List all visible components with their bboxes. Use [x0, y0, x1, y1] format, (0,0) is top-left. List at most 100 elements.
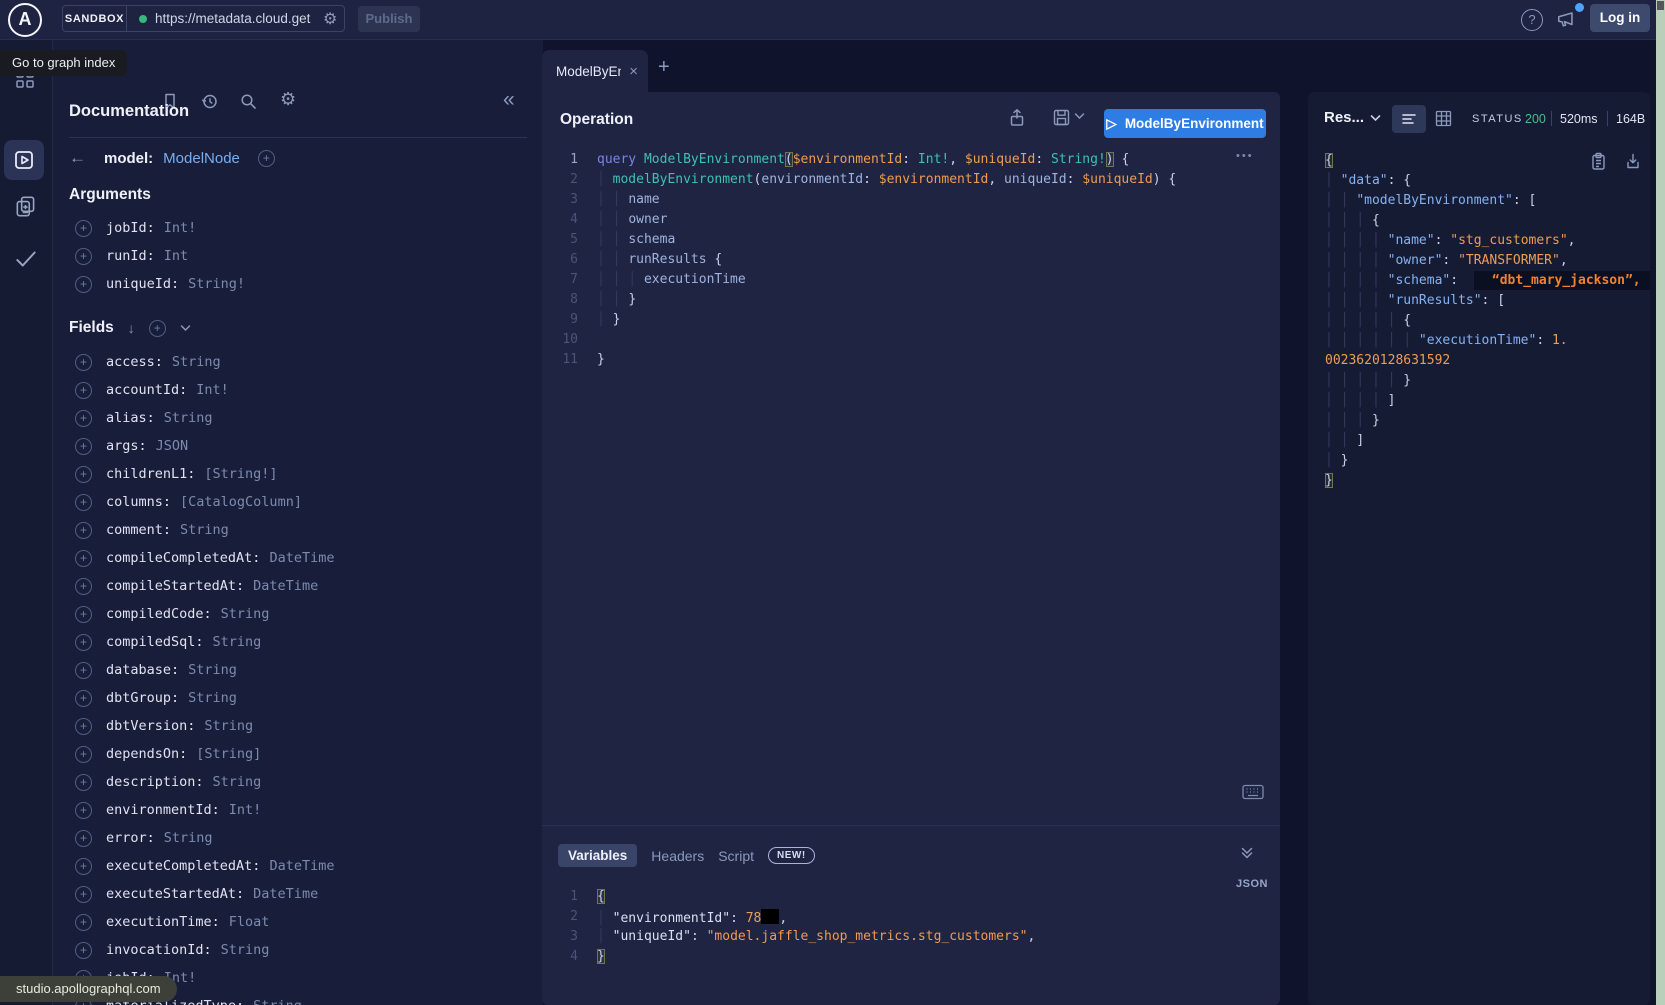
announcements-megaphone-icon[interactable]	[1556, 8, 1578, 30]
add-to-query-icon[interactable]: +	[75, 354, 92, 371]
field-type: Int!	[229, 802, 262, 818]
collapse-docs-panel-icon[interactable]: «	[503, 88, 515, 112]
schema-field-row[interactable]: +comment:String	[53, 516, 543, 544]
chevron-down-icon[interactable]	[180, 324, 191, 332]
response-title-chevron-icon[interactable]	[1370, 114, 1381, 122]
search-icon[interactable]	[239, 92, 258, 111]
sidebar-item-operations[interactable]	[4, 140, 44, 180]
page-scrollbar-thumb[interactable]	[1657, 1, 1664, 10]
add-to-query-icon[interactable]: +	[75, 220, 92, 237]
add-to-query-icon[interactable]: +	[75, 494, 92, 511]
schema-field-row[interactable]: +compileCompletedAt:DateTime	[53, 544, 543, 572]
add-to-query-icon[interactable]: +	[75, 466, 92, 483]
line-number: 2	[542, 172, 578, 192]
code-line: │ │ ]	[1325, 433, 1645, 453]
connection-status-dot	[139, 15, 147, 23]
add-to-query-icon[interactable]: +	[75, 718, 92, 735]
tab-script[interactable]: Script	[718, 848, 754, 864]
schema-field-row[interactable]: +args:JSON	[53, 432, 543, 460]
settings-gear-icon[interactable]: ⚙	[280, 89, 296, 110]
add-to-query-icon[interactable]: +	[75, 886, 92, 903]
add-to-query-icon[interactable]: +	[75, 522, 92, 539]
arguments-list: +jobId:Int!+runId:Int+uniqueId:String!	[53, 214, 543, 298]
add-all-fields-icon[interactable]: +	[149, 320, 166, 337]
add-to-query-icon[interactable]: +	[75, 606, 92, 623]
add-to-query-icon[interactable]: +	[75, 746, 92, 763]
add-to-query-icon[interactable]: +	[75, 858, 92, 875]
keyboard-shortcuts-icon[interactable]	[1242, 784, 1264, 800]
login-button[interactable]: Log in	[1590, 4, 1650, 32]
help-icon[interactable]: ?	[1521, 9, 1543, 31]
add-to-query-icon[interactable]: +	[75, 634, 92, 651]
save-operation-icon[interactable]	[1052, 108, 1071, 127]
schema-field-row[interactable]: +columns:[CatalogColumn]	[53, 488, 543, 516]
field-name: compiledSql:	[106, 634, 204, 650]
sort-fields-icon[interactable]: ↓	[128, 320, 135, 336]
add-to-query-icon[interactable]: +	[258, 150, 275, 167]
docs-type-link[interactable]: ModelNode	[163, 150, 240, 167]
sidebar-item-checks[interactable]	[13, 246, 39, 272]
schema-field-row[interactable]: +error:String	[53, 824, 543, 852]
operation-tab[interactable]: ModelByEnvi... ×	[542, 50, 648, 92]
schema-field-row[interactable]: +database:String	[53, 656, 543, 684]
add-to-query-icon[interactable]: +	[75, 662, 92, 679]
add-to-query-icon[interactable]: +	[75, 382, 92, 399]
schema-field-row[interactable]: +compiledSql:String	[53, 628, 543, 656]
schema-field-row[interactable]: +compileStartedAt:DateTime	[53, 572, 543, 600]
tab-variables[interactable]: Variables	[558, 844, 637, 867]
schema-field-row[interactable]: +accountId:Int!	[53, 376, 543, 404]
back-arrow-icon[interactable]: ←	[69, 148, 86, 168]
schema-field-row[interactable]: +dependsOn:[String]	[53, 740, 543, 768]
add-to-query-icon[interactable]: +	[75, 248, 92, 265]
field-name: comment:	[106, 522, 171, 538]
collapse-variables-chevrons-icon[interactable]	[1240, 846, 1254, 860]
share-operation-icon[interactable]	[1008, 108, 1026, 128]
schema-field-row[interactable]: +dbtVersion:String	[53, 712, 543, 740]
add-to-query-icon[interactable]: +	[75, 942, 92, 959]
response-json-viewer[interactable]: {│ "data": {│ │ "modelByEnvironment": [│…	[1325, 153, 1645, 493]
schema-field-row[interactable]: +childrenL1:[String!]	[53, 460, 543, 488]
code-line: │ │ │ │ ]	[1325, 393, 1645, 413]
endpoint-url-field[interactable]: https://metadata.cloud.get ⚙	[127, 9, 344, 29]
connection-settings-gear-icon[interactable]: ⚙	[323, 9, 337, 29]
schema-field-row[interactable]: +description:String	[53, 768, 543, 796]
schema-field-row[interactable]: +runId:Int	[53, 242, 543, 270]
apollo-logo-icon[interactable]: A	[8, 3, 42, 37]
tab-headers[interactable]: Headers	[651, 848, 704, 864]
endpoint-url-text[interactable]: https://metadata.cloud.get	[155, 11, 315, 26]
add-to-query-icon[interactable]: +	[75, 774, 92, 791]
add-to-query-icon[interactable]: +	[75, 578, 92, 595]
add-to-query-icon[interactable]: +	[75, 914, 92, 931]
history-icon[interactable]	[200, 92, 219, 111]
response-table-view-icon[interactable]	[1434, 109, 1453, 128]
schema-field-row[interactable]: +jobId:Int!	[53, 214, 543, 242]
new-tab-icon[interactable]: +	[658, 56, 670, 79]
page-scrollbar[interactable]	[1656, 0, 1665, 1005]
schema-field-row[interactable]: +executionTime:Float	[53, 908, 543, 936]
schema-field-row[interactable]: +dbtGroup:String	[53, 684, 543, 712]
code-line: │ "data": {	[1325, 173, 1645, 193]
schema-field-row[interactable]: +uniqueId:String!	[53, 270, 543, 298]
add-to-query-icon[interactable]: +	[75, 276, 92, 293]
add-to-query-icon[interactable]: +	[75, 550, 92, 567]
save-options-chevron-icon[interactable]	[1074, 112, 1085, 120]
sidebar-item-schema-diff[interactable]	[13, 194, 39, 220]
add-to-query-icon[interactable]: +	[75, 690, 92, 707]
add-to-query-icon[interactable]: +	[75, 802, 92, 819]
publish-button[interactable]: Publish	[358, 6, 420, 32]
schema-field-row[interactable]: +executeCompletedAt:DateTime	[53, 852, 543, 880]
response-list-view-toggle[interactable]	[1392, 105, 1426, 133]
close-tab-icon[interactable]: ×	[629, 63, 638, 80]
schema-field-row[interactable]: +compiledCode:String	[53, 600, 543, 628]
variables-editor[interactable]: 1{2│ "environmentId": 78,3│ "uniqueId": …	[542, 889, 1280, 969]
schema-field-row[interactable]: +access:String	[53, 348, 543, 376]
operation-editor[interactable]: 1query ModelByEnvironment($environmentId…	[542, 152, 1280, 372]
schema-field-row[interactable]: +executeStartedAt:DateTime	[53, 880, 543, 908]
add-to-query-icon[interactable]: +	[75, 438, 92, 455]
schema-field-row[interactable]: +invocationId:String	[53, 936, 543, 964]
add-to-query-icon[interactable]: +	[75, 830, 92, 847]
schema-field-row[interactable]: +alias:String	[53, 404, 543, 432]
run-operation-button[interactable]: ▷ ModelByEnvironment	[1104, 109, 1266, 138]
add-to-query-icon[interactable]: +	[75, 410, 92, 427]
schema-field-row[interactable]: +environmentId:Int!	[53, 796, 543, 824]
